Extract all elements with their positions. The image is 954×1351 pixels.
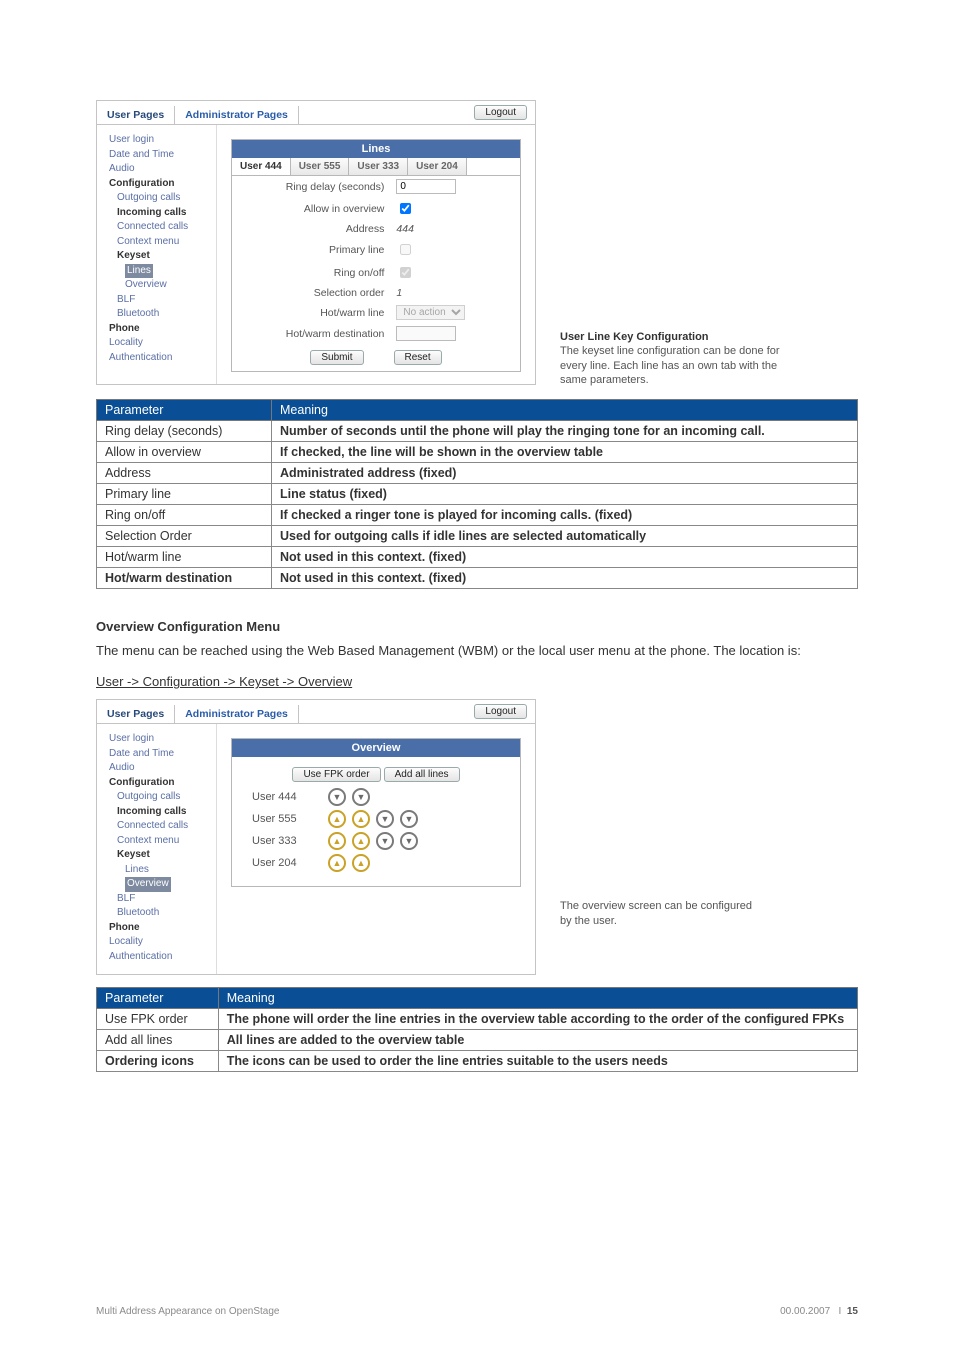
tab-admin-pages-2[interactable]: Administrator Pages [175,705,299,723]
tab-admin-pages[interactable]: Administrator Pages [175,106,299,124]
hotwarmdest-input [396,326,456,341]
th-param: Parameter [97,400,272,421]
ov-row-555: User 555 [252,813,322,825]
lines-panel-title: Lines [232,140,520,158]
nav-auth[interactable]: Authentication [109,351,210,366]
up-icon[interactable]: ▲ [352,810,370,828]
nav-keyset[interactable]: Keyset [109,249,210,264]
ov-row-204: User 204 [252,857,322,869]
lbl-allow: Allow in overview [232,197,390,220]
nav-outgoing[interactable]: Outgoing calls [109,191,210,206]
top-icon[interactable]: ▲ [328,854,346,872]
th-meaning: Meaning [272,400,858,421]
lbl-selorder: Selection order [232,284,390,302]
overview-panel-title: Overview [232,739,520,757]
line-tab-444[interactable]: User 444 [232,158,291,175]
use-fpk-button[interactable]: Use FPK order [292,767,380,782]
bottom-icon[interactable]: ▼ [400,832,418,850]
nav-context[interactable]: Context menu [109,235,210,250]
nav-lines[interactable]: Lines [125,264,153,279]
lines-screenshot: User Pages Administrator Pages Logout Us… [96,100,536,385]
overview-panel: Overview Use FPK order Add all lines Use… [231,738,521,887]
page-number: 15 [847,1306,858,1317]
nav-overview[interactable]: Overview [109,278,210,293]
nav-audio[interactable]: Audio [109,162,210,177]
nav-datetime[interactable]: Date and Time [109,148,210,163]
overview-screenshot: User Pages Administrator Pages Logout Us… [96,699,536,975]
caption-2: The overview screen can be configured by… [560,699,760,929]
primary-checkbox [400,244,411,255]
side-nav-2: User login Date and Time Audio Configura… [97,724,217,974]
ov-row-444: User 444 [252,791,322,803]
logout-button-2[interactable]: Logout [474,704,527,719]
top-icon[interactable]: ▲ [328,810,346,828]
up-icon[interactable]: ▲ [352,832,370,850]
reset-button[interactable]: Reset [394,350,442,365]
lbl-hotwarmdest: Hot/warm destination [232,323,390,344]
bottom-icon[interactable]: ▼ [352,788,370,806]
line-tab-204[interactable]: User 204 [408,158,467,175]
selorder-value: 1 [396,287,402,299]
parameter-table-2: Parameter Meaning Use FPK orderThe phone… [96,987,858,1072]
hotwarm-select: No action [396,305,465,320]
page-footer: Multi Address Appearance on OpenStage 00… [96,1306,858,1317]
lbl-address: Address [232,220,390,238]
caption-1: User Line Key Configuration The keyset l… [560,100,780,387]
add-all-button[interactable]: Add all lines [384,767,460,782]
ring-delay-input[interactable] [396,179,456,194]
nav-incoming[interactable]: Incoming calls [109,206,210,221]
parameter-table-1: Parameter Meaning Ring delay (seconds)Nu… [96,399,858,589]
down-icon[interactable]: ▼ [376,810,394,828]
nav-overview-sel[interactable]: Overview [125,877,171,892]
tab-user-pages-2[interactable]: User Pages [97,705,175,723]
nav-blf[interactable]: BLF [109,293,210,308]
lbl-ring-delay: Ring delay (seconds) [232,176,390,197]
down-icon[interactable]: ▼ [328,788,346,806]
footer-left: Multi Address Appearance on OpenStage [96,1306,279,1317]
allow-checkbox[interactable] [400,203,411,214]
address-value: 444 [396,223,414,235]
overview-path: User -> Configuration -> Keyset -> Overv… [96,674,858,689]
overview-body: The menu can be reached using the Web Ba… [96,642,858,660]
ringonoff-checkbox [400,267,411,278]
th-meaning-2: Meaning [218,988,857,1009]
nav-phone[interactable]: Phone [109,322,210,337]
nav-userlogin[interactable]: User login [109,133,210,148]
side-nav: User login Date and Time Audio Configura… [97,125,217,384]
line-tab-333[interactable]: User 333 [349,158,408,175]
nav-locality[interactable]: Locality [109,336,210,351]
nav-connected[interactable]: Connected calls [109,220,210,235]
lbl-hotwarm: Hot/warm line [232,302,390,323]
lines-panel: Lines User 444 User 555 User 333 User 20… [231,139,521,372]
top-icon[interactable]: ▲ [328,832,346,850]
lbl-primary: Primary line [232,238,390,261]
submit-button[interactable]: Submit [310,350,363,365]
down-icon[interactable]: ▼ [376,832,394,850]
overview-heading: Overview Configuration Menu [96,619,858,634]
logout-button[interactable]: Logout [474,105,527,120]
line-tab-555[interactable]: User 555 [291,158,350,175]
nav-bluetooth[interactable]: Bluetooth [109,307,210,322]
th-param-2: Parameter [97,988,219,1009]
tab-user-pages[interactable]: User Pages [97,106,175,124]
lbl-ringonoff: Ring on/off [232,261,390,284]
ov-row-333: User 333 [252,835,322,847]
up-icon[interactable]: ▲ [352,854,370,872]
bottom-icon[interactable]: ▼ [400,810,418,828]
nav-config[interactable]: Configuration [109,177,210,192]
